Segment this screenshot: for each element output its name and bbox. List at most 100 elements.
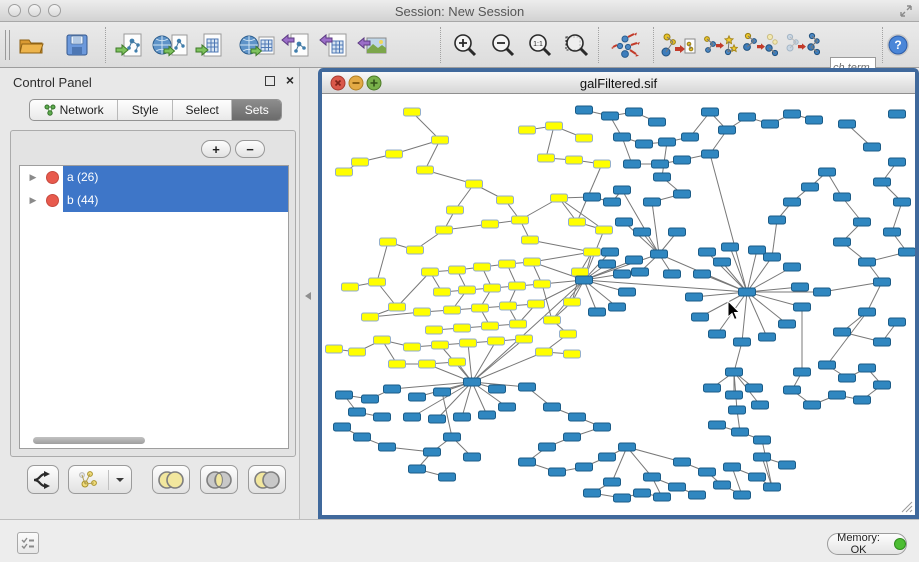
graph-node[interactable]: [584, 193, 601, 201]
graph-node[interactable]: [488, 337, 505, 345]
graph-node[interactable]: [659, 138, 676, 146]
graph-node[interactable]: [864, 143, 881, 151]
graph-node[interactable]: [794, 368, 811, 376]
graph-node[interactable]: [819, 168, 836, 176]
graph-node[interactable]: [714, 258, 731, 266]
task-history-button[interactable]: [17, 532, 39, 554]
graph-node[interactable]: [726, 368, 743, 376]
graph-node[interactable]: [732, 428, 749, 436]
graph-node[interactable]: [839, 120, 856, 128]
graph-node[interactable]: [764, 253, 781, 261]
graph-node[interactable]: [619, 443, 636, 451]
graph-node[interactable]: [594, 160, 611, 168]
zoom-selected-region-button[interactable]: [560, 29, 594, 61]
graph-node[interactable]: [859, 308, 876, 316]
graph-node[interactable]: [624, 160, 641, 168]
graph-node[interactable]: [829, 391, 846, 399]
graph-node[interactable]: [644, 198, 661, 206]
open-session-button[interactable]: [14, 29, 48, 61]
graph-node[interactable]: [454, 324, 471, 332]
graph-node[interactable]: [709, 330, 726, 338]
import-table-file-button[interactable]: [193, 29, 227, 61]
graph-node[interactable]: [604, 478, 621, 486]
graph-node[interactable]: [519, 383, 536, 391]
graph-node[interactable]: [422, 268, 439, 276]
disclosure-triangle-icon[interactable]: ▶: [20, 172, 46, 183]
graph-node[interactable]: [464, 453, 481, 461]
graph-node[interactable]: [404, 343, 421, 351]
network-graph[interactable]: [322, 94, 915, 515]
show-all-button[interactable]: [783, 29, 821, 61]
toolbar-grip[interactable]: [5, 30, 10, 60]
graph-node[interactable]: [709, 421, 726, 429]
set-row-b[interactable]: ▶ b (44): [20, 189, 288, 212]
graph-node[interactable]: [859, 364, 876, 372]
resize-grip-icon[interactable]: [899, 499, 913, 513]
graph-node[interactable]: [779, 320, 796, 328]
difference-sets-button[interactable]: [248, 465, 286, 494]
graph-node[interactable]: [449, 358, 466, 366]
export-table-button[interactable]: [316, 29, 350, 61]
graph-node[interactable]: [674, 156, 691, 164]
import-table-web-button[interactable]: [238, 29, 276, 61]
graph-node[interactable]: [479, 411, 496, 419]
graph-node[interactable]: [544, 403, 561, 411]
hide-selected-button[interactable]: [741, 29, 779, 61]
graph-node[interactable]: [884, 228, 901, 236]
graph-node[interactable]: [522, 236, 539, 244]
import-network-web-button[interactable]: [151, 29, 189, 61]
graph-node[interactable]: [726, 391, 743, 399]
graph-node[interactable]: [516, 335, 533, 343]
graph-node[interactable]: [764, 483, 781, 491]
graph-node[interactable]: [739, 288, 756, 296]
graph-node[interactable]: [544, 316, 561, 324]
graph-node[interactable]: [564, 433, 581, 441]
graph-node[interactable]: [474, 263, 491, 271]
graph-node[interactable]: [572, 268, 589, 276]
graph-node[interactable]: [682, 133, 699, 141]
graph-node[interactable]: [654, 173, 671, 181]
graph-node[interactable]: [806, 116, 823, 124]
graph-node[interactable]: [889, 158, 906, 166]
float-panel-icon[interactable]: [265, 76, 275, 86]
graph-node[interactable]: [874, 178, 891, 186]
graph-node[interactable]: [407, 246, 424, 254]
graph-node[interactable]: [714, 481, 731, 489]
graph-node[interactable]: [460, 339, 477, 347]
graph-node[interactable]: [539, 443, 556, 451]
graph-node[interactable]: [614, 494, 631, 502]
graph-node[interactable]: [336, 168, 353, 176]
graph-node[interactable]: [454, 413, 471, 421]
graph-node[interactable]: [499, 260, 516, 268]
graph-node[interactable]: [752, 401, 769, 409]
graph-node[interactable]: [602, 112, 619, 120]
graph-node[interactable]: [669, 483, 686, 491]
graph-node[interactable]: [854, 396, 871, 404]
graph-node[interactable]: [859, 258, 876, 266]
graph-node[interactable]: [584, 248, 601, 256]
graph-node[interactable]: [784, 198, 801, 206]
graph-node[interactable]: [794, 303, 811, 311]
graph-node[interactable]: [694, 270, 711, 278]
new-network-from-selection-button[interactable]: [659, 29, 697, 61]
graph-node[interactable]: [536, 348, 553, 356]
graph-node[interactable]: [719, 126, 736, 134]
graph-node[interactable]: [569, 413, 586, 421]
graph-node[interactable]: [449, 266, 466, 274]
graph-node[interactable]: [584, 489, 601, 497]
graph-node[interactable]: [651, 250, 668, 258]
graph-node[interactable]: [519, 126, 536, 134]
graph-node[interactable]: [854, 218, 871, 226]
graph-node[interactable]: [784, 110, 801, 118]
export-image-button[interactable]: [355, 29, 389, 61]
disclosure-triangle-icon[interactable]: ▶: [20, 195, 46, 206]
select-first-neighbors-button[interactable]: [701, 29, 739, 61]
graph-node[interactable]: [724, 463, 741, 471]
tab-network[interactable]: Network: [30, 100, 118, 120]
expand-icon[interactable]: [899, 4, 913, 18]
graph-node[interactable]: [500, 302, 517, 310]
graph-node[interactable]: [528, 300, 545, 308]
graph-node[interactable]: [654, 493, 671, 501]
graph-node[interactable]: [729, 406, 746, 414]
network-canvas[interactable]: [322, 94, 915, 515]
